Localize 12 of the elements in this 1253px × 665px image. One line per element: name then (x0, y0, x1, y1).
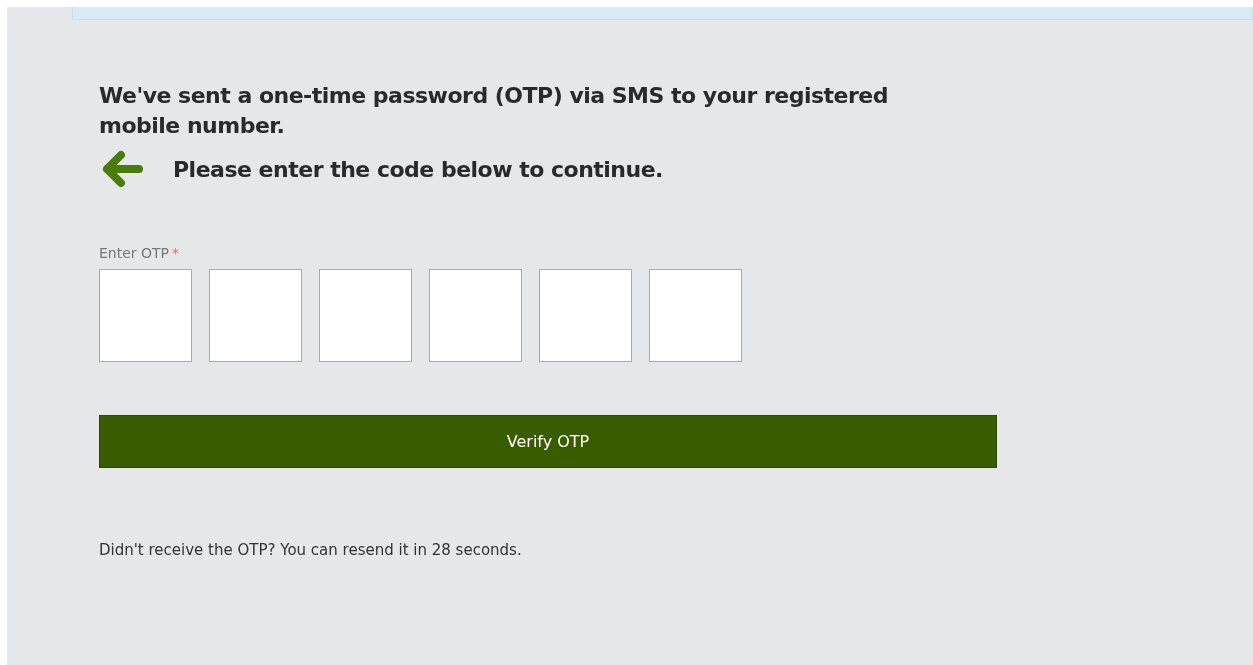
otp-digit-field[interactable] (209, 269, 302, 362)
required-mark: * (172, 245, 180, 261)
resend-note: Didn't receive the OTP? You can resend it in 28 seconds. (99, 541, 523, 559)
otp-digit-field[interactable] (319, 269, 412, 362)
otp-digit-field[interactable] (539, 269, 632, 362)
otp-sent-message: We've sent a one-time password (OTP) via SMS to your registered mobile number. (99, 82, 890, 140)
otp-digit-field[interactable] (429, 269, 522, 362)
otp-label: Enter OTP (99, 245, 170, 261)
otp-digit-field[interactable] (99, 269, 192, 362)
otp-digit-field[interactable] (649, 269, 742, 362)
instruction-text: Please enter the code below to continue. (173, 156, 663, 182)
verify-otp-button[interactable]: Verify OTP (99, 415, 997, 468)
